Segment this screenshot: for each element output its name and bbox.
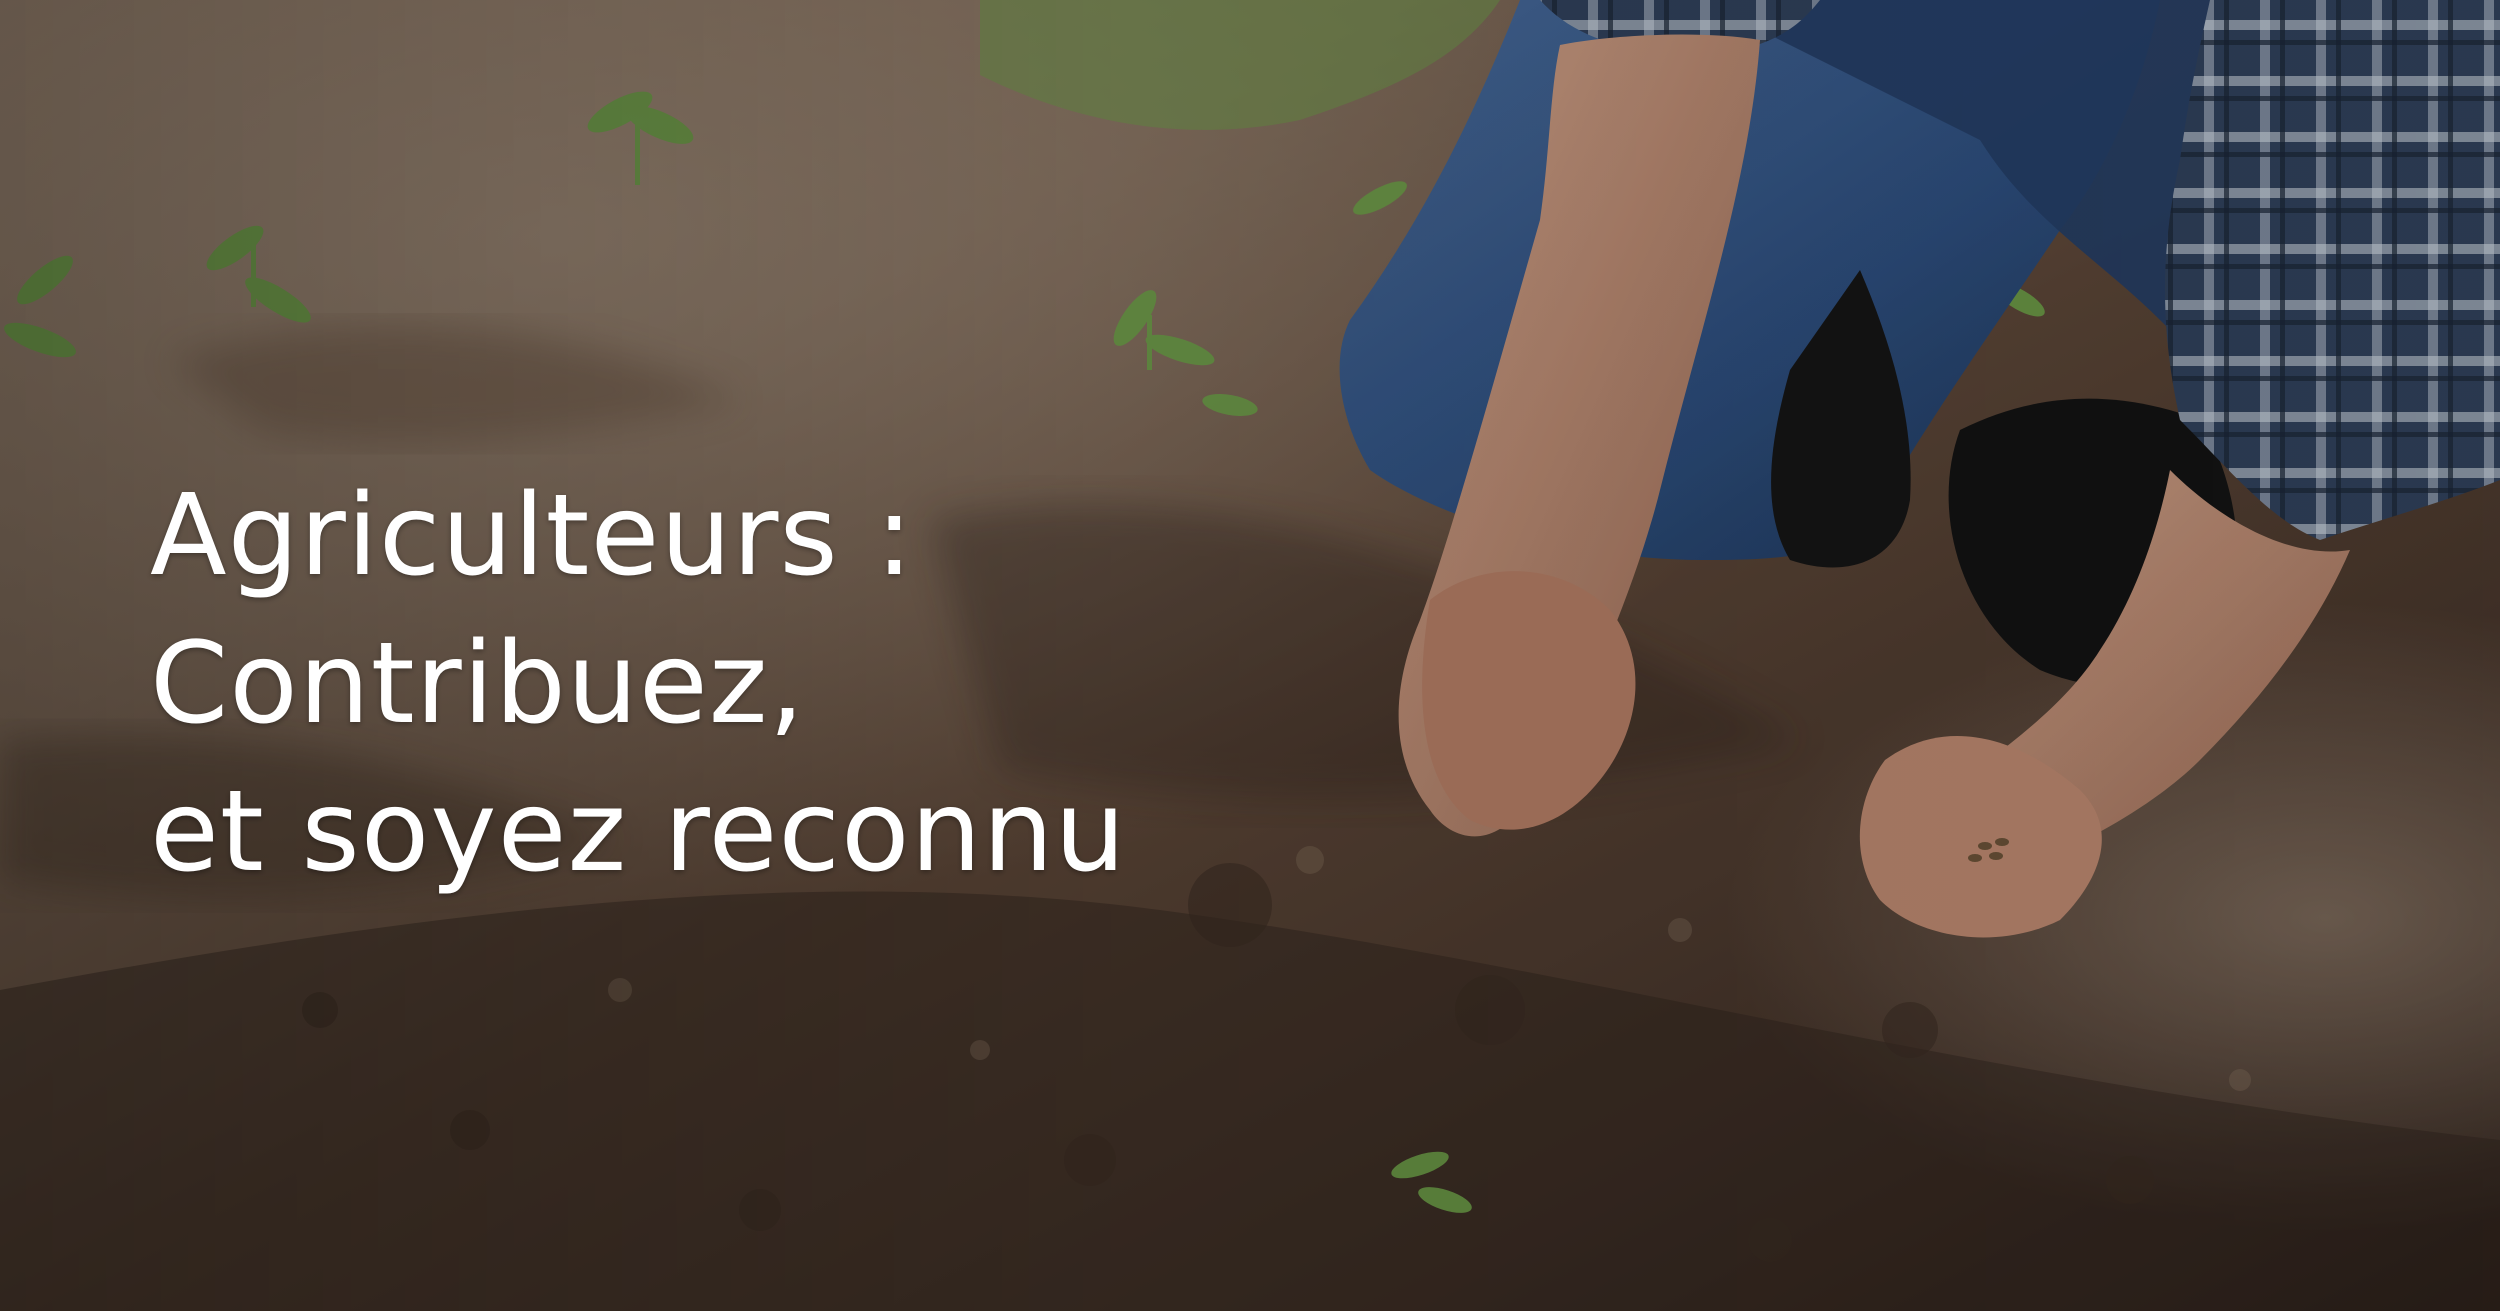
hero-banner: Agriculteurs : Contribuez, et soyez reco… <box>0 0 2500 1311</box>
hero-headline: Agriculteurs : Contribuez, et soyez reco… <box>150 462 1300 906</box>
headline-line: Contribuez, <box>150 619 806 749</box>
headline-line: Agriculteurs : <box>150 471 915 601</box>
headline-line: et soyez reconnu <box>150 767 1127 897</box>
